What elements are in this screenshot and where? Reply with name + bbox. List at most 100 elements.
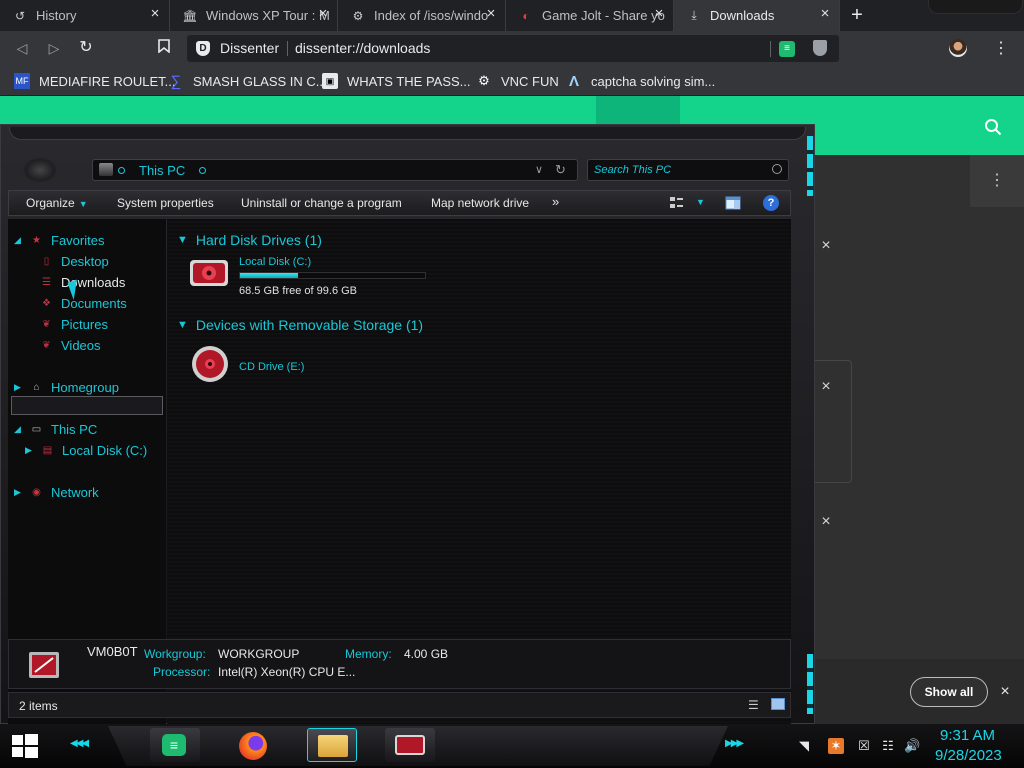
omnibox-site-label: Dissenter [220, 40, 280, 56]
view-dropdown-icon[interactable]: ▼ [696, 197, 705, 207]
bookmark-smash-glass[interactable]: ∑ SMASH GLASS IN C... [168, 72, 327, 90]
bookmark-mediafire[interactable]: MF MEDIAFIRE ROULET... [14, 72, 176, 90]
bookmark-whats-the-pass[interactable]: ▣ WHATS THE PASS... [322, 72, 471, 90]
view-options-icon[interactable] [669, 195, 685, 211]
windows-start-icon[interactable] [12, 734, 38, 758]
forward-button[interactable]: ▷ [44, 38, 64, 58]
tab-history[interactable]: ↺ History × [0, 0, 170, 31]
large-icons-view-icon[interactable] [771, 698, 785, 710]
drive-c-name[interactable]: Local Disk (C:) [239, 256, 311, 268]
browser-toolbar: ◁ ▷ ↻ D Dissenter dissenter://downloads … [0, 31, 1024, 65]
profile-avatar[interactable] [949, 39, 967, 57]
tab-windows-xp-tour[interactable]: 🏛 Windows XP Tour : M × [170, 0, 338, 31]
firefox-icon [239, 732, 267, 760]
remove-download-icon[interactable]: × [819, 379, 833, 395]
network-icon[interactable]: ☷ [880, 738, 896, 754]
cd-drive-icon[interactable] [191, 345, 231, 382]
drive-e-name[interactable]: CD Drive (E:) [239, 361, 304, 373]
expand-arrow-icon[interactable]: ▶ [14, 382, 24, 393]
show-all-button[interactable]: Show all [910, 677, 988, 707]
menu-icon[interactable]: ⋮ [992, 38, 1010, 58]
tab-game-jolt[interactable]: ◐ Game Jolt - Share yo × [506, 0, 674, 31]
remove-download-icon[interactable]: × [819, 238, 833, 254]
downloads-icon: ☰ [42, 277, 51, 288]
pictures-icon: ❦ [42, 319, 51, 330]
tab-index-isos[interactable]: ⚙ Index of /isos/windo × [338, 0, 506, 31]
expand-arrow-icon[interactable]: ◢ [14, 235, 24, 246]
search-icon[interactable] [984, 118, 1002, 136]
shield-icon[interactable] [813, 40, 827, 56]
action-center-icon[interactable]: ☒ [856, 738, 872, 754]
close-tab-icon[interactable]: × [651, 6, 667, 22]
remove-download-icon[interactable]: × [819, 514, 833, 530]
taskbar-app-firefox[interactable] [228, 728, 278, 762]
bookmark-captcha[interactable]: Λ captcha solving sim... [566, 72, 715, 90]
collapse-arrow-icon[interactable]: ▼ [177, 319, 188, 331]
nav-this-pc[interactable]: ◢ ▭ This PC [14, 420, 163, 439]
hard-disk-icon: ▤ [42, 445, 53, 456]
tray-app-icon[interactable]: ✶ [828, 738, 844, 754]
nav-videos[interactable]: ❦ Videos [40, 336, 100, 355]
details-view-icon[interactable]: ☰ [748, 698, 759, 712]
expand-arrow-icon[interactable]: ◢ [14, 424, 24, 435]
dock-chevron-icon: ▶▶▶ [725, 738, 744, 749]
breadcrumb-separator [118, 167, 125, 174]
drive-c-free-space: 68.5 GB free of 99.6 GB [239, 285, 358, 297]
uninstall-program-button[interactable]: Uninstall or change a program [241, 196, 402, 210]
reload-button[interactable]: ↻ [76, 38, 96, 58]
more-commands-button[interactable]: » [552, 194, 559, 209]
close-tab-icon[interactable]: × [817, 6, 833, 22]
help-icon[interactable]: ? [763, 195, 779, 211]
omnibox-url[interactable]: dissenter://downloads [295, 40, 430, 56]
expand-arrow-icon[interactable]: ▶ [25, 445, 35, 456]
map-network-drive-button[interactable]: Map network drive [431, 196, 529, 210]
bookmark-vnc-fun[interactable]: ⚙ VNC FUN [476, 72, 559, 90]
dock-chevron-icon: ◀◀◀ [70, 738, 89, 749]
dissenter-comments-icon[interactable]: ≡ [779, 41, 795, 57]
group-hard-disk-drives[interactable]: ▼ Hard Disk Drives (1) [177, 232, 322, 248]
nav-network[interactable]: ▶ ◉ Network [14, 483, 99, 502]
close-tab-icon[interactable]: × [147, 6, 163, 22]
nav-local-disk[interactable]: ▶ ▤ Local Disk (C:) [25, 441, 147, 460]
search-icon[interactable] [772, 164, 782, 174]
tab-downloads[interactable]: ⤓ Downloads × [674, 0, 840, 31]
volume-icon[interactable]: 🔊 [904, 738, 920, 754]
bookmark-icon[interactable] [154, 38, 174, 58]
clock-date[interactable]: 9/28/2023 [935, 747, 1002, 764]
nav-documents[interactable]: ❖ Documents [40, 294, 127, 313]
omnibox-divider [287, 41, 288, 56]
taskbar-app-this-pc[interactable] [385, 728, 435, 762]
nav-pictures[interactable]: ❦ Pictures [40, 315, 108, 334]
breadcrumb-separator[interactable] [199, 167, 206, 174]
expand-arrow-icon[interactable]: ▶ [14, 487, 24, 498]
back-button[interactable]: ◁ [12, 38, 32, 58]
close-download-shelf-icon[interactable]: × [998, 684, 1012, 700]
chevron-down-icon[interactable]: ∨ [535, 163, 543, 176]
preview-pane-icon[interactable] [725, 195, 741, 211]
archive-org-icon: 🏛 [182, 8, 198, 23]
taskbar-app-notes[interactable]: ≡ [150, 728, 200, 762]
group-removable-storage[interactable]: ▼ Devices with Removable Storage (1) [177, 317, 423, 333]
system-properties-button[interactable]: System properties [117, 196, 214, 210]
taskbar-app-explorer[interactable] [307, 728, 357, 762]
nav-homegroup[interactable]: ▶ ⌂ Homegroup [14, 378, 119, 397]
address-bar[interactable]: This PC ∨ ↻ [92, 159, 578, 181]
address-text[interactable]: This PC [139, 163, 185, 178]
omnibox[interactable]: D Dissenter dissenter://downloads ≡ [187, 35, 839, 62]
close-tab-icon[interactable]: × [315, 6, 331, 22]
refresh-icon[interactable]: ↻ [555, 162, 566, 178]
desktop-icon: ▯ [43, 256, 50, 267]
nav-desktop[interactable]: ▯ Desktop [40, 252, 109, 271]
nav-favorites[interactable]: ◢ ★ Favorites [14, 231, 104, 250]
frame-accent [807, 136, 813, 196]
more-actions-icon[interactable]: ⋮ [970, 155, 1024, 207]
organize-button[interactable]: Organize ▼ [26, 196, 88, 210]
collapse-arrow-icon[interactable]: ▼ [177, 234, 188, 246]
close-tab-icon[interactable]: × [483, 6, 499, 22]
new-tab-button[interactable]: + [846, 5, 868, 27]
hard-disk-icon[interactable] [189, 256, 229, 290]
clock-time[interactable]: 9:31 AM [940, 727, 995, 744]
search-box[interactable]: Search This PC [587, 159, 789, 181]
show-hidden-icons-icon[interactable]: ◥ [796, 738, 812, 754]
item-count: 2 items [19, 699, 58, 713]
